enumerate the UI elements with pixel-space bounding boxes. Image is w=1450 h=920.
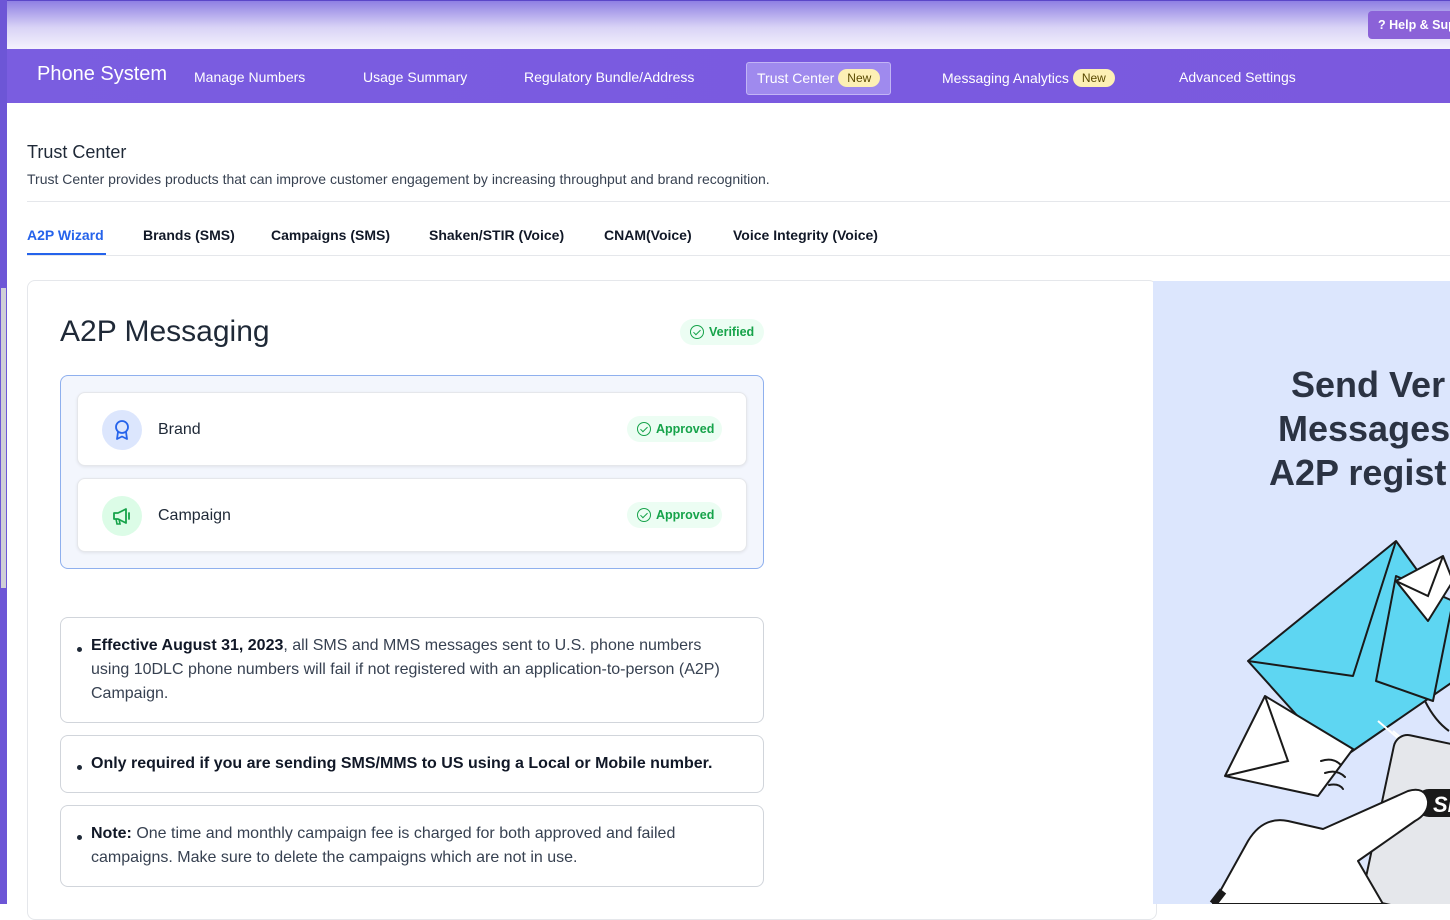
- note-effective-date: Effective August 31, 2023, all SMS and M…: [60, 617, 764, 723]
- window-left-edge: [0, 0, 7, 904]
- nav-label: Advanced Settings: [1179, 69, 1296, 85]
- nav-usage-summary[interactable]: Usage Summary: [363, 69, 467, 85]
- divider: [27, 201, 1450, 202]
- help-support-button[interactable]: ? Help & Support: [1368, 11, 1450, 39]
- tabs-divider: [27, 255, 1450, 256]
- note-bold: Effective August 31, 2023: [91, 637, 284, 654]
- nav-regulatory-bundle[interactable]: Regulatory Bundle/Address: [524, 69, 694, 85]
- approved-label: Approved: [656, 422, 715, 436]
- campaign-step[interactable]: Campaign Approved: [77, 478, 747, 552]
- help-support-label: Help & Support: [1389, 18, 1450, 32]
- tab-a2p-wizard[interactable]: A2P Wizard: [27, 227, 104, 243]
- megaphone-icon: [102, 496, 142, 536]
- verified-label: Verified: [709, 325, 755, 339]
- question-icon: ?: [1378, 18, 1386, 32]
- nav-manage-numbers[interactable]: Manage Numbers: [194, 69, 305, 85]
- nav-label: Regulatory Bundle/Address: [524, 69, 695, 85]
- nav-trust-center[interactable]: Trust Center New: [746, 62, 892, 95]
- page-description: Trust Center provides products that can …: [27, 171, 770, 187]
- envelopes-illustration: SI: [1209, 540, 1450, 904]
- check-circle-icon: [690, 325, 704, 339]
- note-fee: Note: One time and monthly campaign fee …: [60, 805, 764, 887]
- tab-shaken-stir-voice[interactable]: Shaken/STIR (Voice): [429, 227, 564, 243]
- check-circle-icon: [637, 422, 651, 436]
- nav-label: Manage Numbers: [194, 69, 306, 85]
- page-title: Trust Center: [27, 142, 127, 162]
- brand-label: Brand: [158, 421, 201, 438]
- tab-cnam-voice[interactable]: CNAM(Voice): [604, 227, 692, 243]
- check-circle-icon: [637, 508, 651, 522]
- bullet-icon: [77, 835, 82, 840]
- note-bold: Note:: [91, 825, 132, 842]
- a2p-title: A2P Messaging: [60, 315, 270, 348]
- approved-label: Approved: [656, 508, 715, 522]
- tab-brands-sms[interactable]: Brands (SMS): [143, 227, 235, 243]
- app-title: Phone System: [37, 63, 168, 85]
- active-tab-indicator: [27, 253, 106, 255]
- award-icon: [102, 410, 142, 450]
- main-navbar: Phone System Manage Numbers Usage Summar…: [7, 49, 1450, 103]
- note-bold: Only required if you are sending SMS/MMS…: [91, 755, 713, 772]
- campaign-label: Campaign: [158, 507, 231, 524]
- tab-voice-integrity[interactable]: Voice Integrity (Voice): [733, 227, 878, 243]
- promo-panel: Send Ver Messages A2P regist SI: [1153, 281, 1450, 904]
- bullet-icon: [77, 765, 82, 770]
- scrollbar[interactable]: [1, 288, 6, 588]
- top-bar: ? Help & Support: [7, 0, 1450, 49]
- campaign-approved-badge: Approved: [627, 502, 722, 528]
- nav-label: Usage Summary: [363, 69, 468, 85]
- brand-step[interactable]: Brand Approved: [77, 392, 747, 466]
- sms-label: SI: [1433, 792, 1450, 817]
- nav-label: Trust Center: [757, 70, 835, 86]
- new-badge: New: [838, 69, 881, 87]
- nav-advanced-settings[interactable]: Advanced Settings: [1179, 69, 1296, 85]
- nav-messaging-analytics[interactable]: Messaging Analytics New: [942, 69, 1115, 87]
- new-badge: New: [1072, 69, 1115, 87]
- bullet-icon: [77, 647, 82, 652]
- note-text: One time and monthly campaign fee is cha…: [91, 825, 676, 866]
- tab-campaigns-sms[interactable]: Campaigns (SMS): [271, 227, 390, 243]
- nav-label: Messaging Analytics: [942, 70, 1069, 86]
- brand-approved-badge: Approved: [627, 416, 722, 442]
- note-required: Only required if you are sending SMS/MMS…: [60, 735, 764, 793]
- verified-badge: Verified: [680, 319, 764, 345]
